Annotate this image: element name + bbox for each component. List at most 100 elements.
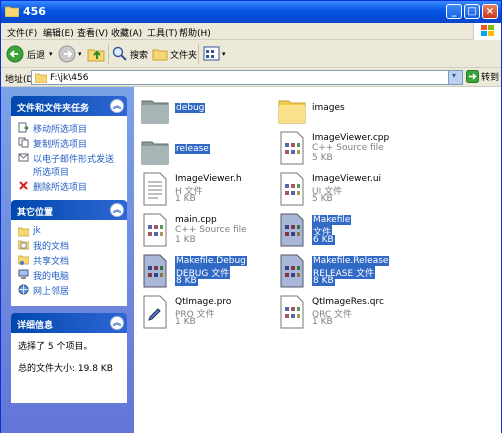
file-item-release[interactable]: release bbox=[141, 133, 261, 169]
file-size: 1 KB bbox=[175, 194, 196, 204]
back-arrow-icon bbox=[6, 45, 24, 63]
close-button[interactable]: × bbox=[482, 4, 498, 19]
menu-tools[interactable]: 工具(T) bbox=[147, 26, 178, 39]
folder-icon bbox=[278, 100, 306, 124]
menu-view[interactable]: 查看(V) bbox=[77, 26, 108, 39]
up-folder-button[interactable] bbox=[87, 44, 105, 64]
task-email[interactable]: 以电子邮件形式发送所选项目 bbox=[18, 152, 122, 178]
file-size: 5 KB bbox=[312, 194, 333, 204]
place-my-documents-label: 我的文档 bbox=[33, 242, 70, 252]
menu-favorites[interactable]: 收藏(A) bbox=[111, 26, 142, 39]
file-item-imageviewer-h[interactable]: ImageViewer.h H 文件 1 KB bbox=[141, 172, 261, 208]
details-header[interactable]: 详细信息 ︽ bbox=[11, 313, 127, 333]
menu-file[interactable]: 文件(F) bbox=[7, 26, 37, 39]
file-name: images bbox=[312, 103, 345, 113]
my-computer-icon bbox=[18, 269, 29, 279]
task-delete-label: 删除所选项目 bbox=[33, 183, 88, 193]
generic-file-icon bbox=[280, 172, 304, 206]
maximize-button[interactable]: □ bbox=[464, 4, 480, 19]
shared-documents-icon bbox=[18, 255, 29, 265]
task-move[interactable]: 移动所选项目 bbox=[18, 122, 122, 135]
place-my-computer[interactable]: 我的电脑 bbox=[18, 269, 122, 282]
search-button[interactable]: 搜索 bbox=[112, 44, 148, 64]
file-tasks-header[interactable]: 文件和文件夹任务 ︽ bbox=[11, 96, 127, 116]
other-places-title: 其它位置 bbox=[17, 208, 54, 218]
file-name: QtImageRes.qrc bbox=[312, 297, 384, 307]
move-icon bbox=[18, 122, 29, 133]
minimize-button[interactable]: _ bbox=[446, 4, 462, 19]
file-item-imageviewer-cpp[interactable]: ImageViewer.cpp C++ Source file 5 KB bbox=[278, 131, 398, 167]
file-item-imageviewer-ui[interactable]: ImageViewer.ui UI 文件 5 KB bbox=[278, 172, 398, 208]
generic-file-icon bbox=[280, 213, 304, 247]
text-file-icon bbox=[143, 172, 167, 206]
window-title: 456 bbox=[23, 5, 46, 18]
source-file-icon bbox=[143, 213, 167, 247]
search-label: 搜索 bbox=[130, 50, 149, 61]
file-item-qtimageres-qrc[interactable]: QtImageRes.qrc QRC 文件 1 KB bbox=[278, 295, 398, 331]
task-email-label: 以电子邮件形式发送所选项目 bbox=[33, 155, 115, 178]
collapse-chevron-icon[interactable]: ︽ bbox=[110, 203, 124, 217]
file-item-makefile-release[interactable]: Makefile.Release RELEASE 文件 8 KB bbox=[278, 254, 398, 290]
file-name: Makefile.Debug bbox=[175, 256, 247, 266]
forward-button[interactable]: ▾ bbox=[58, 44, 82, 64]
other-places-header[interactable]: 其它位置 ︽ bbox=[11, 200, 127, 220]
windows-logo-icon bbox=[473, 23, 501, 40]
project-file-icon bbox=[143, 295, 167, 329]
address-input[interactable]: F:\jk\456 ▾ bbox=[31, 70, 463, 85]
email-icon bbox=[18, 153, 29, 162]
place-jk-label: jk bbox=[33, 226, 41, 236]
generic-file-icon bbox=[280, 254, 304, 288]
address-bar: 地址(D) F:\jk\456 ▾ 转到 bbox=[1, 68, 501, 87]
other-places-panel: 其它位置 ︽ jk 我的文档 共享文档 我的电脑 网上邻居 bbox=[11, 200, 127, 306]
collapse-chevron-icon[interactable]: ︽ bbox=[110, 99, 124, 113]
go-button[interactable]: 转到 bbox=[466, 70, 499, 83]
folder-icon bbox=[5, 6, 19, 17]
task-delete[interactable]: 删除所选项目 bbox=[18, 180, 122, 193]
folder-icon bbox=[141, 100, 169, 124]
folders-icon bbox=[152, 49, 168, 61]
task-copy[interactable]: 复制所选项目 bbox=[18, 137, 122, 150]
collapse-chevron-icon[interactable]: ︽ bbox=[110, 316, 124, 330]
delete-icon bbox=[19, 181, 28, 190]
chevron-down-icon[interactable]: ▾ bbox=[78, 50, 82, 58]
folder-icon bbox=[18, 227, 29, 237]
copy-icon bbox=[18, 137, 29, 148]
views-button[interactable]: ▾ bbox=[203, 44, 226, 64]
file-size: 6 KB bbox=[312, 235, 335, 245]
back-button[interactable]: 后退 ▾ bbox=[6, 44, 53, 64]
file-name: Makefile.Release bbox=[312, 256, 390, 266]
task-move-label: 移动所选项目 bbox=[33, 125, 88, 135]
title-bar[interactable]: 456 _ □ × bbox=[1, 1, 501, 23]
folder-icon bbox=[141, 141, 169, 165]
menu-bar: 文件(F) 编辑(E) 查看(V) 收藏(A) 工具(T) 帮助(H) bbox=[1, 23, 501, 40]
file-item-qtimage-pro[interactable]: QtImage.pro PRO 文件 1 KB bbox=[141, 295, 261, 331]
address-dropdown-button[interactable]: ▾ bbox=[448, 71, 462, 84]
total-size: 总的文件大小: 19.8 KB bbox=[18, 364, 113, 374]
toolbar: 后退 ▾ ▾ 搜索 文件夹 ▾ bbox=[1, 40, 501, 68]
chevron-down-icon[interactable]: ▾ bbox=[222, 50, 226, 58]
place-shared-documents[interactable]: 共享文档 bbox=[18, 254, 122, 267]
place-my-documents[interactable]: 我的文档 bbox=[18, 239, 122, 252]
file-name: ImageViewer.ui bbox=[312, 174, 382, 184]
menu-help[interactable]: 帮助(H) bbox=[179, 26, 211, 39]
file-size: 1 KB bbox=[175, 235, 196, 245]
chevron-down-icon[interactable]: ▾ bbox=[49, 50, 53, 58]
folders-button[interactable]: 文件夹 bbox=[152, 44, 197, 64]
menu-edit[interactable]: 编辑(E) bbox=[43, 26, 74, 39]
network-icon bbox=[18, 284, 29, 295]
file-item-makefile-debug[interactable]: Makefile.Debug DEBUG 文件 8 KB bbox=[141, 254, 261, 290]
file-item-images[interactable]: images bbox=[278, 92, 398, 128]
file-item-debug[interactable]: debug bbox=[141, 92, 261, 128]
forward-arrow-icon bbox=[58, 45, 76, 63]
generic-file-icon bbox=[143, 254, 167, 288]
file-type: C++ Source file bbox=[312, 143, 384, 153]
toolbar-separator bbox=[108, 44, 109, 64]
search-icon bbox=[112, 46, 127, 61]
place-network[interactable]: 网上邻居 bbox=[18, 284, 122, 297]
file-item-main-cpp[interactable]: main.cpp C++ Source file 1 KB bbox=[141, 213, 261, 249]
file-item-makefile[interactable]: Makefile 文件 6 KB bbox=[278, 213, 398, 249]
file-size: 8 KB bbox=[312, 276, 335, 286]
chevron-down-icon: ▾ bbox=[452, 71, 457, 80]
file-name: ImageViewer.h bbox=[175, 174, 242, 184]
place-jk[interactable]: jk bbox=[18, 226, 122, 237]
